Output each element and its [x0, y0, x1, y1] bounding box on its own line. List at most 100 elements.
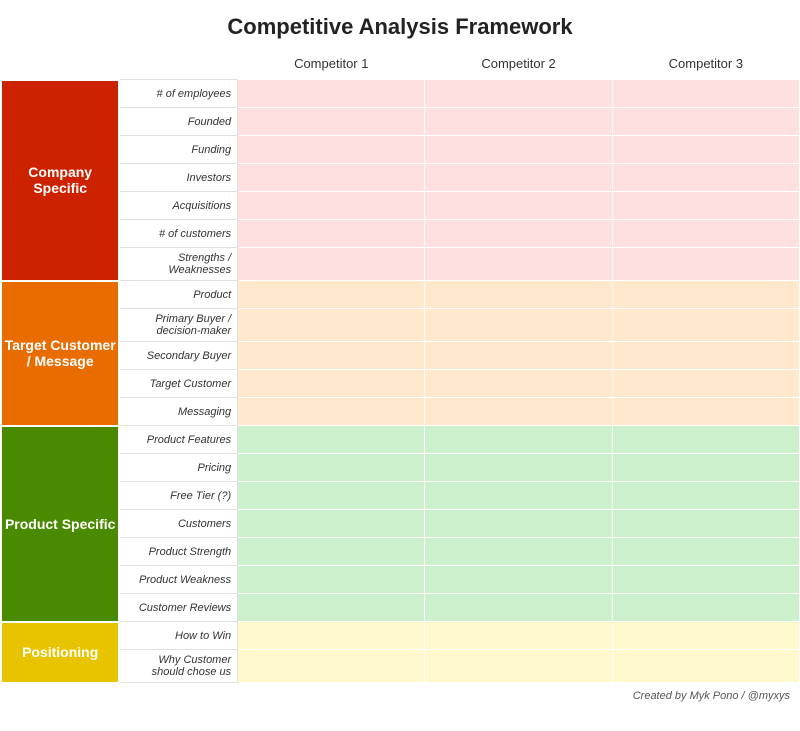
table-row: Why Customer should chose us	[1, 650, 800, 683]
data-cell-s0-r2-c0[interactable]	[238, 136, 425, 164]
data-cell-s0-r0-c0[interactable]	[238, 80, 425, 108]
page-title: Competitive Analysis Framework	[0, 0, 800, 50]
analysis-table: Competitor 1 Competitor 2 Competitor 3 C…	[0, 50, 800, 684]
data-cell-s2-r3-c2[interactable]	[612, 510, 799, 538]
table-row: Strengths / Weaknesses	[1, 248, 800, 281]
row-label: Primary Buyer / decision-maker	[119, 309, 237, 342]
data-cell-s2-r4-c0[interactable]	[238, 538, 425, 566]
data-cell-s2-r3-c1[interactable]	[425, 510, 612, 538]
data-cell-s2-r3-c0[interactable]	[238, 510, 425, 538]
table-row: Target Customer	[1, 370, 800, 398]
data-cell-s0-r2-c1[interactable]	[425, 136, 612, 164]
data-cell-s0-r6-c1[interactable]	[425, 248, 612, 281]
data-cell-s0-r4-c2[interactable]	[612, 192, 799, 220]
row-label: Pricing	[119, 454, 237, 482]
data-cell-s2-r2-c1[interactable]	[425, 482, 612, 510]
data-cell-s2-r1-c0[interactable]	[238, 454, 425, 482]
table-row: Pricing	[1, 454, 800, 482]
row-label: Customer Reviews	[119, 594, 237, 622]
data-cell-s0-r5-c2[interactable]	[612, 220, 799, 248]
credit-text: Created by Myk Pono / @myxys	[0, 684, 800, 706]
table-row: Acquisitions	[1, 192, 800, 220]
data-cell-s1-r3-c2[interactable]	[612, 370, 799, 398]
data-cell-s2-r0-c2[interactable]	[612, 426, 799, 454]
data-cell-s1-r0-c2[interactable]	[612, 281, 799, 309]
section-label-target-customer: Target Customer / Message	[1, 281, 119, 426]
data-cell-s2-r6-c2[interactable]	[612, 594, 799, 622]
data-cell-s2-r0-c0[interactable]	[238, 426, 425, 454]
data-cell-s3-r1-c1[interactable]	[425, 650, 612, 683]
data-cell-s1-r1-c1[interactable]	[425, 309, 612, 342]
data-cell-s0-r4-c1[interactable]	[425, 192, 612, 220]
row-label: Messaging	[119, 398, 237, 426]
data-cell-s1-r2-c1[interactable]	[425, 342, 612, 370]
data-cell-s1-r1-c2[interactable]	[612, 309, 799, 342]
data-cell-s2-r5-c2[interactable]	[612, 566, 799, 594]
data-cell-s0-r0-c1[interactable]	[425, 80, 612, 108]
data-cell-s2-r4-c2[interactable]	[612, 538, 799, 566]
data-cell-s1-r4-c2[interactable]	[612, 398, 799, 426]
data-cell-s1-r0-c1[interactable]	[425, 281, 612, 309]
data-cell-s3-r1-c2[interactable]	[612, 650, 799, 683]
data-cell-s2-r5-c1[interactable]	[425, 566, 612, 594]
data-cell-s0-r5-c0[interactable]	[238, 220, 425, 248]
row-label: Founded	[119, 108, 237, 136]
data-cell-s0-r0-c2[interactable]	[612, 80, 799, 108]
data-cell-s1-r0-c0[interactable]	[238, 281, 425, 309]
table-row: Primary Buyer / decision-maker	[1, 309, 800, 342]
row-label-header-empty	[119, 50, 237, 80]
row-label: # of customers	[119, 220, 237, 248]
data-cell-s2-r6-c1[interactable]	[425, 594, 612, 622]
table-row: Product Strength	[1, 538, 800, 566]
table-row: Secondary Buyer	[1, 342, 800, 370]
data-cell-s1-r3-c1[interactable]	[425, 370, 612, 398]
row-label: Funding	[119, 136, 237, 164]
data-cell-s1-r4-c0[interactable]	[238, 398, 425, 426]
data-cell-s0-r3-c0[interactable]	[238, 164, 425, 192]
data-cell-s0-r1-c1[interactable]	[425, 108, 612, 136]
data-cell-s3-r0-c1[interactable]	[425, 622, 612, 650]
row-label: Product	[119, 281, 237, 309]
table-row: Investors	[1, 164, 800, 192]
table-row: Product Weakness	[1, 566, 800, 594]
data-cell-s0-r6-c2[interactable]	[612, 248, 799, 281]
data-cell-s1-r3-c0[interactable]	[238, 370, 425, 398]
header-row: Competitor 1 Competitor 2 Competitor 3	[1, 50, 800, 80]
competitor-3-header: Competitor 3	[612, 50, 799, 80]
data-cell-s2-r1-c1[interactable]	[425, 454, 612, 482]
table-row: Free Tier (?)	[1, 482, 800, 510]
data-cell-s1-r2-c0[interactable]	[238, 342, 425, 370]
data-cell-s1-r1-c0[interactable]	[238, 309, 425, 342]
data-cell-s0-r5-c1[interactable]	[425, 220, 612, 248]
table-row: Product SpecificProduct Features	[1, 426, 800, 454]
table-row: Company Specific# of employees	[1, 80, 800, 108]
data-cell-s2-r0-c1[interactable]	[425, 426, 612, 454]
data-cell-s2-r5-c0[interactable]	[238, 566, 425, 594]
row-label: Product Features	[119, 426, 237, 454]
data-cell-s2-r2-c2[interactable]	[612, 482, 799, 510]
data-cell-s3-r0-c0[interactable]	[238, 622, 425, 650]
data-cell-s2-r4-c1[interactable]	[425, 538, 612, 566]
data-cell-s3-r1-c0[interactable]	[238, 650, 425, 683]
row-label: Customers	[119, 510, 237, 538]
data-cell-s0-r2-c2[interactable]	[612, 136, 799, 164]
data-cell-s0-r3-c2[interactable]	[612, 164, 799, 192]
section-label-company-specific: Company Specific	[1, 80, 119, 281]
data-cell-s0-r3-c1[interactable]	[425, 164, 612, 192]
data-cell-s0-r1-c0[interactable]	[238, 108, 425, 136]
table-row: Founded	[1, 108, 800, 136]
section-label-product-specific: Product Specific	[1, 426, 119, 622]
table-row: Messaging	[1, 398, 800, 426]
data-cell-s0-r4-c0[interactable]	[238, 192, 425, 220]
row-label: # of employees	[119, 80, 237, 108]
table-row: # of customers	[1, 220, 800, 248]
data-cell-s3-r0-c2[interactable]	[612, 622, 799, 650]
data-cell-s1-r4-c1[interactable]	[425, 398, 612, 426]
data-cell-s2-r6-c0[interactable]	[238, 594, 425, 622]
data-cell-s2-r1-c2[interactable]	[612, 454, 799, 482]
data-cell-s0-r1-c2[interactable]	[612, 108, 799, 136]
data-cell-s1-r2-c2[interactable]	[612, 342, 799, 370]
data-cell-s0-r6-c0[interactable]	[238, 248, 425, 281]
row-label: Product Weakness	[119, 566, 237, 594]
data-cell-s2-r2-c0[interactable]	[238, 482, 425, 510]
